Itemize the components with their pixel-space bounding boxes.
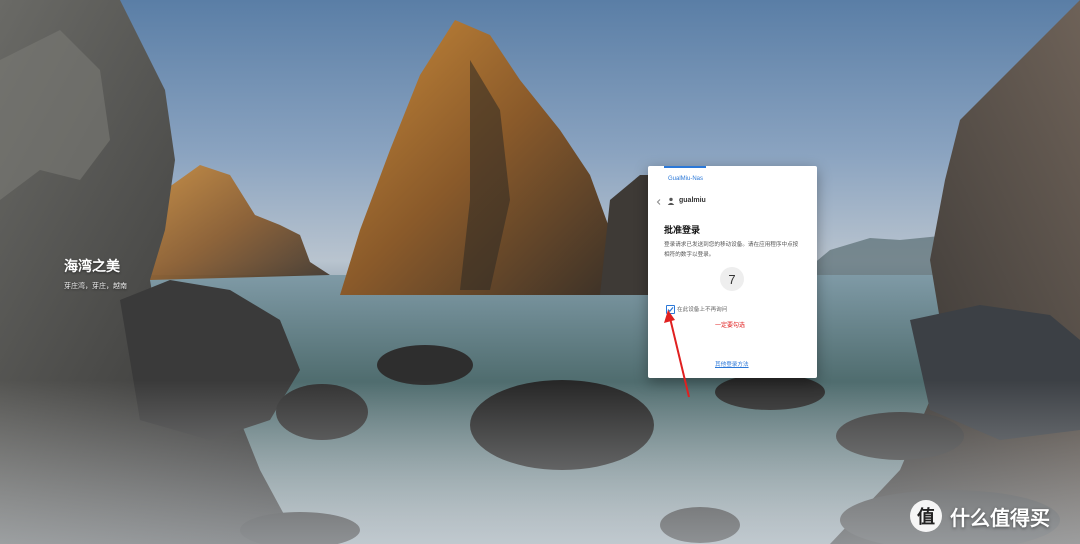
remember-device-checkbox[interactable] <box>666 305 675 314</box>
watermark-badge: 值 <box>910 500 942 532</box>
tab-nas-label: GualMiu-Nas <box>668 176 704 182</box>
chevron-left-icon[interactable] <box>656 199 662 205</box>
desktop-stage: 海湾之美 芽庄湾，芽庄，越南 GualMiu-Nas gualmiu 批准登录 … <box>0 0 1080 544</box>
check-icon <box>667 307 674 313</box>
wallpaper-subtitle: 芽庄湾，芽庄，越南 <box>64 283 127 290</box>
watermark: 值 什么值得买 <box>910 500 1050 532</box>
approve-description: 登录请求已发送到您的移动设备。请在应用程序中点按相符的数字以登录。 <box>664 242 799 258</box>
user-icon <box>667 197 675 205</box>
annotation-must-check: 一定要勾选 <box>715 323 746 329</box>
login-approval-panel: GualMiu-Nas gualmiu 批准登录 登录请求已发送到您的移动设备。… <box>648 166 817 378</box>
watermark-text: 什么值得买 <box>950 507 1050 530</box>
tab-nas[interactable]: GualMiu-Nas <box>664 166 706 186</box>
approve-title: 批准登录 <box>664 225 701 235</box>
remember-device-label[interactable]: 在此设备上不再询问 <box>677 305 727 313</box>
other-login-method-link[interactable]: 其他登录方法 <box>715 360 749 368</box>
verification-code: 7 <box>720 267 744 291</box>
wallpaper-title: 海湾之美 <box>64 258 120 274</box>
username-label: gualmiu <box>679 197 706 204</box>
wallpaper-scene <box>0 0 1080 544</box>
